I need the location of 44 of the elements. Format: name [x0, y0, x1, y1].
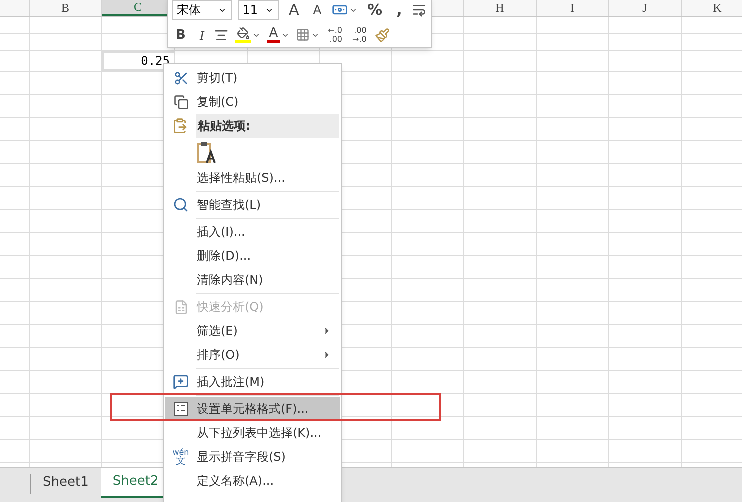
search-icon: [173, 197, 189, 213]
menu-section-header: 粘贴选项:: [196, 114, 339, 138]
menu-item[interactable]: 排序(O): [165, 343, 340, 367]
paste-option-icon[interactable]: [196, 140, 218, 164]
decimal-button[interactable]: ←.0 .00: [326, 26, 345, 44]
menu-item[interactable]: 智能查找(L): [165, 193, 340, 217]
menu-item[interactable]: 复制(C): [165, 90, 340, 114]
menu-item[interactable]: 插入(I)...: [165, 220, 340, 244]
column-header[interactable]: K: [682, 0, 742, 16]
font-field[interactable]: 宋体: [172, 0, 232, 20]
decimal-button[interactable]: .00 →.0: [350, 26, 369, 44]
column-header[interactable]: H: [464, 0, 537, 16]
menu-item[interactable]: 剪切(T): [165, 66, 340, 90]
clipboard-icon: [172, 118, 188, 134]
menu-item[interactable]: 删除(D)...: [165, 244, 340, 268]
fill-color-icon[interactable]: [235, 27, 252, 44]
scissors-icon: [174, 70, 188, 86]
format-button[interactable]: %: [364, 0, 387, 22]
font-size-field[interactable]: 11: [238, 0, 280, 20]
quick-analysis-icon: [174, 300, 188, 314]
menu-item[interactable]: 筛选(E): [165, 319, 340, 343]
format-button[interactable]: ,: [392, 0, 406, 22]
sheet-tab[interactable]: Sheet1: [31, 468, 101, 498]
menu-item[interactable]: 清除内容(N): [165, 268, 340, 292]
menu-item[interactable]: 设置单元格格式(F)...: [165, 397, 340, 421]
menu-item[interactable]: 选择性粘贴(S)...: [165, 166, 340, 190]
comment-icon: [173, 374, 189, 390]
menu-item: 快速分析(Q): [165, 295, 340, 319]
pinyin-icon: wén 文: [172, 448, 190, 466]
menu-item[interactable]: 从下拉列表中选择(K)...: [165, 421, 340, 445]
align-center-icon[interactable]: [214, 28, 230, 43]
borders-icon[interactable]: [296, 28, 310, 42]
menu-item[interactable]: 插入批注(M): [165, 370, 340, 394]
font-color-button[interactable]: A: [267, 27, 280, 44]
increase-font-button[interactable]: A: [285, 0, 304, 22]
copy-icon: [174, 94, 188, 110]
format-cells-icon: [174, 402, 188, 416]
format-painter-icon[interactable]: [374, 28, 390, 43]
bold-button[interactable]: B: [172, 26, 190, 45]
decrease-font-button[interactable]: A: [309, 1, 326, 20]
italic-button[interactable]: I: [196, 26, 208, 45]
wrap-icon[interactable]: [412, 2, 427, 18]
column-header[interactable]: J: [609, 0, 682, 16]
column-header[interactable]: I: [537, 0, 609, 16]
